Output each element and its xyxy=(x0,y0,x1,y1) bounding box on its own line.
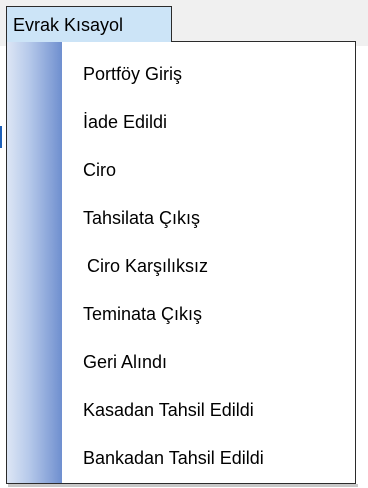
dropdown-menu: Portföy Giriş İade Edildi Ciro Tahsilata… xyxy=(6,41,356,484)
menu-item-label: Ciro xyxy=(83,160,117,180)
menu-item-label: Ciro Karşılıksız xyxy=(87,256,209,276)
menu-item-label: Bankadan Tahsil Edildi xyxy=(83,448,264,468)
app-frame: Evrak Kısayol Portföy Giriş İade Edildi … xyxy=(0,0,368,488)
menu-item-label: Geri Alındı xyxy=(83,352,168,372)
dropdown-shadow xyxy=(8,484,358,487)
menu-item-label: Portföy Giriş xyxy=(83,64,183,84)
menu-item-label: İade Edildi xyxy=(83,112,168,132)
menu-item-ciro-karsiliksiz[interactable]: Ciro Karşılıksız xyxy=(7,242,355,290)
menu-item-teminata-cikis[interactable]: Teminata Çıkış xyxy=(7,290,355,338)
menu-item-iade-edildi[interactable]: İade Edildi xyxy=(7,98,355,146)
menu-item-tahsilata-cikis[interactable]: Tahsilata Çıkış xyxy=(7,194,355,242)
menu-item-ciro[interactable]: Ciro xyxy=(7,146,355,194)
menu-evrak-kisayol[interactable]: Evrak Kısayol xyxy=(6,6,172,42)
menu-item-label: Teminata Çıkış xyxy=(83,304,203,324)
menu-items: Portföy Giriş İade Edildi Ciro Tahsilata… xyxy=(7,50,355,482)
menu-item-kasadan-tahsil-edildi[interactable]: Kasadan Tahsil Edildi xyxy=(7,386,355,434)
menu-title: Evrak Kısayol xyxy=(13,15,124,35)
menu-item-geri-alindi[interactable]: Geri Alındı xyxy=(7,338,355,386)
menu-item-label: Tahsilata Çıkış xyxy=(83,208,201,228)
menu-item-portfoy-giris[interactable]: Portföy Giriş xyxy=(7,50,355,98)
menu-item-label: Kasadan Tahsil Edildi xyxy=(83,400,254,420)
menu-item-bankadan-tahsil-edildi[interactable]: Bankadan Tahsil Edildi xyxy=(7,434,355,482)
left-edge-marker xyxy=(0,126,2,148)
